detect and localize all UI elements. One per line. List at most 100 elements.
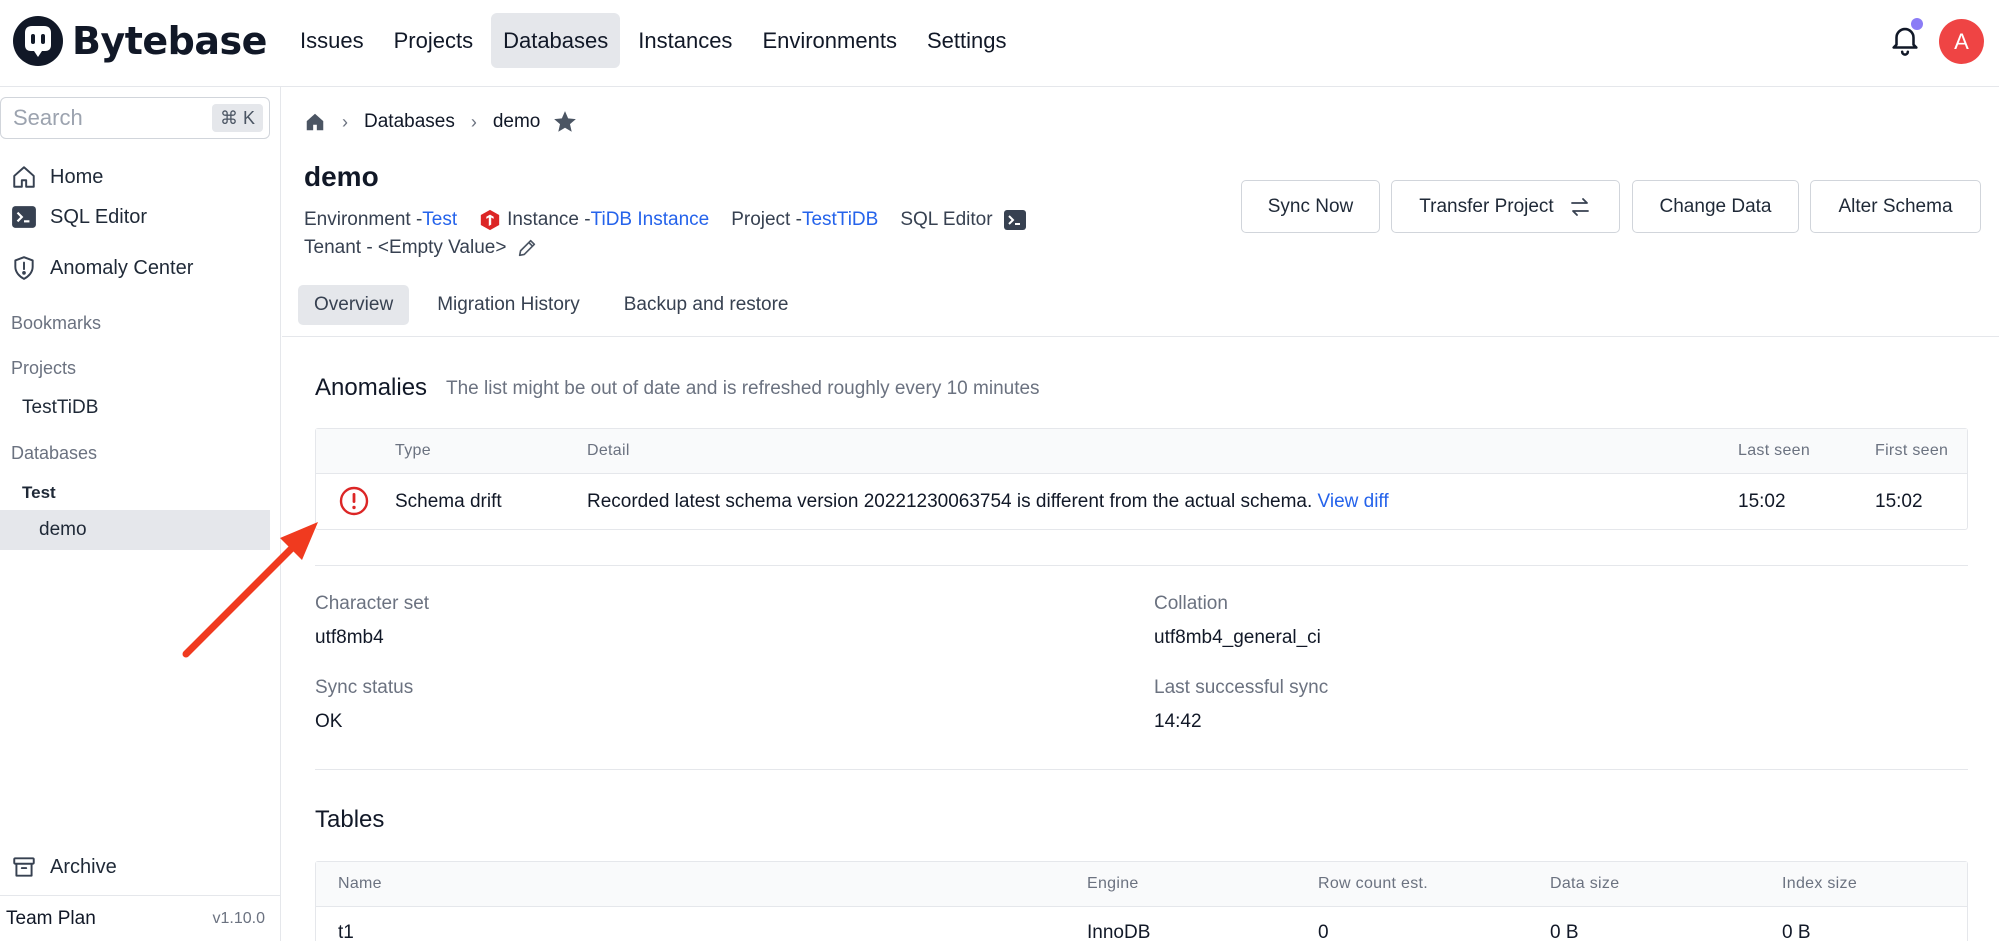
breadcrumb: › Databases › demo — [304, 109, 578, 135]
column-header-first-seen: First seen — [1875, 442, 1949, 459]
collation-label: Collation — [1154, 593, 1228, 614]
column-header-data-size: Data size — [1550, 875, 1620, 892]
home-icon — [13, 166, 35, 188]
sidebar-item-label: Home — [50, 165, 104, 188]
section-divider — [315, 565, 1968, 566]
search-input[interactable] — [1, 98, 201, 138]
column-header-index-size: Index size — [1782, 875, 1858, 892]
nav-settings[interactable]: Settings — [915, 13, 1019, 68]
sync-status-label: Sync status — [315, 677, 414, 698]
column-header-last-seen: Last seen — [1738, 442, 1811, 459]
sidebar-item-label: Anomaly Center — [50, 256, 194, 279]
change-data-button[interactable]: Change Data — [1632, 180, 1799, 233]
nav-issues[interactable]: Issues — [288, 13, 376, 68]
column-header-engine: Engine — [1087, 875, 1139, 892]
nav-databases[interactable]: Databases — [491, 13, 621, 68]
column-header-row-count: Row count est. — [1318, 875, 1429, 892]
tab-migration-history[interactable]: Migration History — [421, 285, 596, 325]
tables-table: Name Engine Row count est. Data size Ind… — [315, 861, 1968, 941]
pencil-icon[interactable] — [516, 237, 538, 259]
anomaly-type: Schema drift — [395, 491, 502, 512]
main-content: › Databases › demo demo Environment - Te… — [282, 87, 1999, 941]
sidebar-item-anomaly-center[interactable]: Anomaly Center — [0, 248, 270, 288]
sidebar-section-databases[interactable]: Databases — [11, 443, 97, 464]
search-box[interactable]: ⌘ K — [0, 97, 270, 139]
table-row-data-size: 0 B — [1550, 922, 1579, 941]
tidb-icon — [480, 209, 500, 231]
terminal-icon — [12, 206, 36, 228]
project-label: Project - — [731, 209, 802, 230]
sidebar-section-projects[interactable]: Projects — [11, 358, 76, 379]
collation-value: utf8mb4_general_ci — [1154, 627, 1321, 648]
nav-environments[interactable]: Environments — [750, 13, 909, 68]
tabs-divider — [282, 336, 1999, 337]
tab-overview[interactable]: Overview — [298, 285, 410, 325]
transfer-project-label: Transfer Project — [1419, 195, 1554, 217]
transfer-project-button[interactable]: Transfer Project — [1391, 180, 1620, 233]
sync-now-button[interactable]: Sync Now — [1241, 180, 1380, 233]
column-header-detail: Detail — [587, 442, 630, 459]
table-row-count: 0 — [1318, 922, 1329, 941]
archive-icon — [13, 857, 35, 877]
database-meta: Environment - Test Instance - TiDB Insta… — [304, 209, 1027, 231]
column-header-name: Name — [338, 875, 382, 892]
sql-editor-label[interactable]: SQL Editor — [900, 209, 992, 231]
table-row-engine: InnoDB — [1087, 922, 1151, 941]
tenant-meta: Tenant - <Empty Value> — [304, 237, 538, 259]
brand-name: Bytebase — [72, 19, 267, 63]
anomaly-first-seen: 15:02 — [1875, 491, 1923, 512]
sidebar-item-sql-editor[interactable]: SQL Editor — [0, 197, 270, 237]
sidebar-item-label: Archive — [50, 855, 117, 878]
instance-label: Instance - — [507, 209, 591, 230]
tabs: Overview Migration History Backup and re… — [298, 285, 805, 325]
star-icon[interactable] — [552, 109, 578, 135]
nav-instances[interactable]: Instances — [626, 13, 744, 68]
breadcrumb-current: demo — [492, 111, 541, 132]
column-header-type: Type — [395, 442, 431, 459]
breadcrumb-separator: › — [470, 111, 477, 132]
avatar[interactable]: A — [1939, 19, 1984, 64]
terminal-icon[interactable] — [1003, 209, 1027, 231]
sidebar-item-archive[interactable]: Archive — [0, 847, 270, 887]
last-sync-value: 14:42 — [1154, 711, 1202, 732]
plan-label[interactable]: Team Plan — [6, 908, 96, 930]
bytebase-logo-icon — [13, 16, 63, 66]
section-divider — [315, 769, 1968, 770]
alter-schema-button[interactable]: Alter Schema — [1810, 180, 1981, 233]
sidebar-item-home[interactable]: Home — [0, 157, 270, 197]
top-nav: Issues Projects Databases Instances Envi… — [288, 13, 1018, 68]
environment-label: Environment - — [304, 209, 423, 230]
sidebar-item-project-testtidb[interactable]: TestTiDB — [22, 397, 98, 419]
sidebar-item-label: SQL Editor — [50, 205, 148, 228]
nav-projects[interactable]: Projects — [382, 13, 485, 68]
anomaly-detail: Recorded latest schema version 202212300… — [587, 491, 1389, 513]
anomalies-table: Type Detail Last seen First seen Schema … — [315, 428, 1968, 530]
project-link[interactable]: TestTiDB — [802, 209, 878, 231]
environment-link[interactable]: Test — [422, 209, 457, 231]
shield-icon — [14, 256, 34, 280]
sidebar: ⌘ K Home SQL Editor Anomaly Center Bookm… — [0, 87, 281, 941]
table-header: Name Engine Row count est. Data size Ind… — [316, 862, 1967, 907]
search-shortcut: ⌘ K — [211, 104, 263, 132]
sidebar-item-demo[interactable]: demo — [0, 510, 270, 550]
tenant-label: Tenant - <Empty Value> — [304, 237, 507, 258]
charset-label: Character set — [315, 593, 430, 614]
version-label: v1.10.0 — [212, 910, 265, 927]
sidebar-section-bookmarks[interactable]: Bookmarks — [11, 313, 101, 334]
sync-status-value: OK — [315, 711, 343, 732]
table-row-name[interactable]: t1 — [338, 922, 354, 941]
tab-backup-restore[interactable]: Backup and restore — [608, 285, 805, 325]
last-sync-label: Last successful sync — [1154, 677, 1329, 698]
charset-value: utf8mb4 — [315, 627, 384, 648]
instance-link[interactable]: TiDB Instance — [591, 209, 710, 231]
home-icon[interactable] — [304, 111, 326, 133]
logo[interactable]: Bytebase — [12, 14, 267, 68]
view-diff-link[interactable]: View diff — [1318, 491, 1389, 512]
notification-dot — [1911, 18, 1923, 30]
breadcrumb-databases[interactable]: Databases — [364, 111, 455, 133]
table-row-index-size: 0 B — [1782, 922, 1811, 941]
page-title: demo — [304, 161, 379, 192]
tables-title: Tables — [315, 806, 385, 833]
anomaly-detail-text: Recorded latest schema version 202212300… — [587, 491, 1313, 512]
anomalies-title: Anomalies — [315, 374, 428, 401]
